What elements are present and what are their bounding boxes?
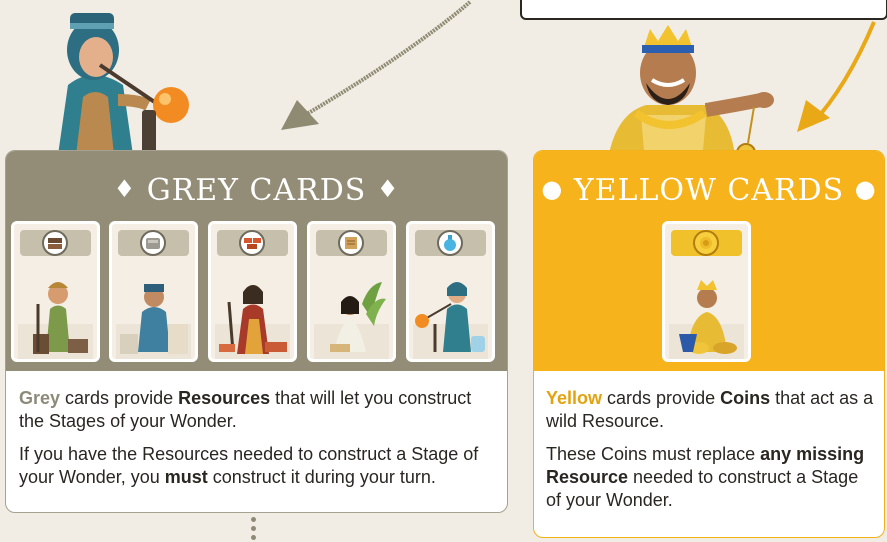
brick-icon [239,230,265,256]
arrow-to-grey-cards [275,0,475,135]
circle-icon: ● [541,175,564,203]
stone-icon [140,230,166,256]
glassblower-illustration [413,264,488,359]
grey-cards-description-first: Grey cards provide Resources that will l… [19,388,472,431]
grey-cards-description-second: If you have the Resources needed to cons… [19,444,479,487]
lumberjack-illustration [18,264,93,359]
grey-card-wood [11,221,100,362]
arrow-to-yellow-cards [792,20,882,135]
glass-icon [437,230,463,256]
stonemason-illustration [116,264,191,359]
circle-icon: ● [854,175,877,203]
diamond-icon: ♦ [376,175,400,203]
dotted-connector [251,517,257,542]
grey-card-stone [109,221,198,362]
yellow-cards-title-text: YELLOW CARDS [573,173,845,208]
papyrus-maker-illustration [314,264,389,359]
papyrus-icon [338,230,364,256]
diamond-icon: ♦ [113,175,137,203]
yellow-cards-panel: ● YELLOW CARDS ● Yellow cards provide Co… [533,150,885,538]
grey-cards-description: Grey cards provide Resources that will l… [19,387,499,499]
grey-card-brick [208,221,297,362]
grey-cards-title-text: GREY CARDS [146,173,367,208]
yellow-card-coin [662,221,751,362]
grey-card-glass [406,221,495,362]
yellow-cards-header: ● YELLOW CARDS ● [534,151,884,371]
grey-cards-header: ♦ GREY CARDS ♦ [6,151,507,371]
yellow-cards-title: ● YELLOW CARDS ● [534,173,884,208]
yellow-cards-description-second: These Coins must replace any missing Res… [546,444,865,510]
yellow-cards-description-first: Yellow cards provide Coins that act as a… [546,388,874,431]
coin-icon [693,230,719,256]
brickmaker-illustration [215,264,290,359]
glassblower-character [38,5,198,170]
merchant-illustration [669,264,744,359]
yellow-cards-description: Yellow cards provide Coins that act as a… [546,387,876,522]
grey-cards-title: ♦ GREY CARDS ♦ [6,173,507,208]
callout-box [520,0,887,20]
grey-cards-panel: ♦ GREY CARDS ♦ Grey cards provide Resour… [5,150,508,513]
grey-card-papyrus [307,221,396,362]
wood-icon [42,230,68,256]
